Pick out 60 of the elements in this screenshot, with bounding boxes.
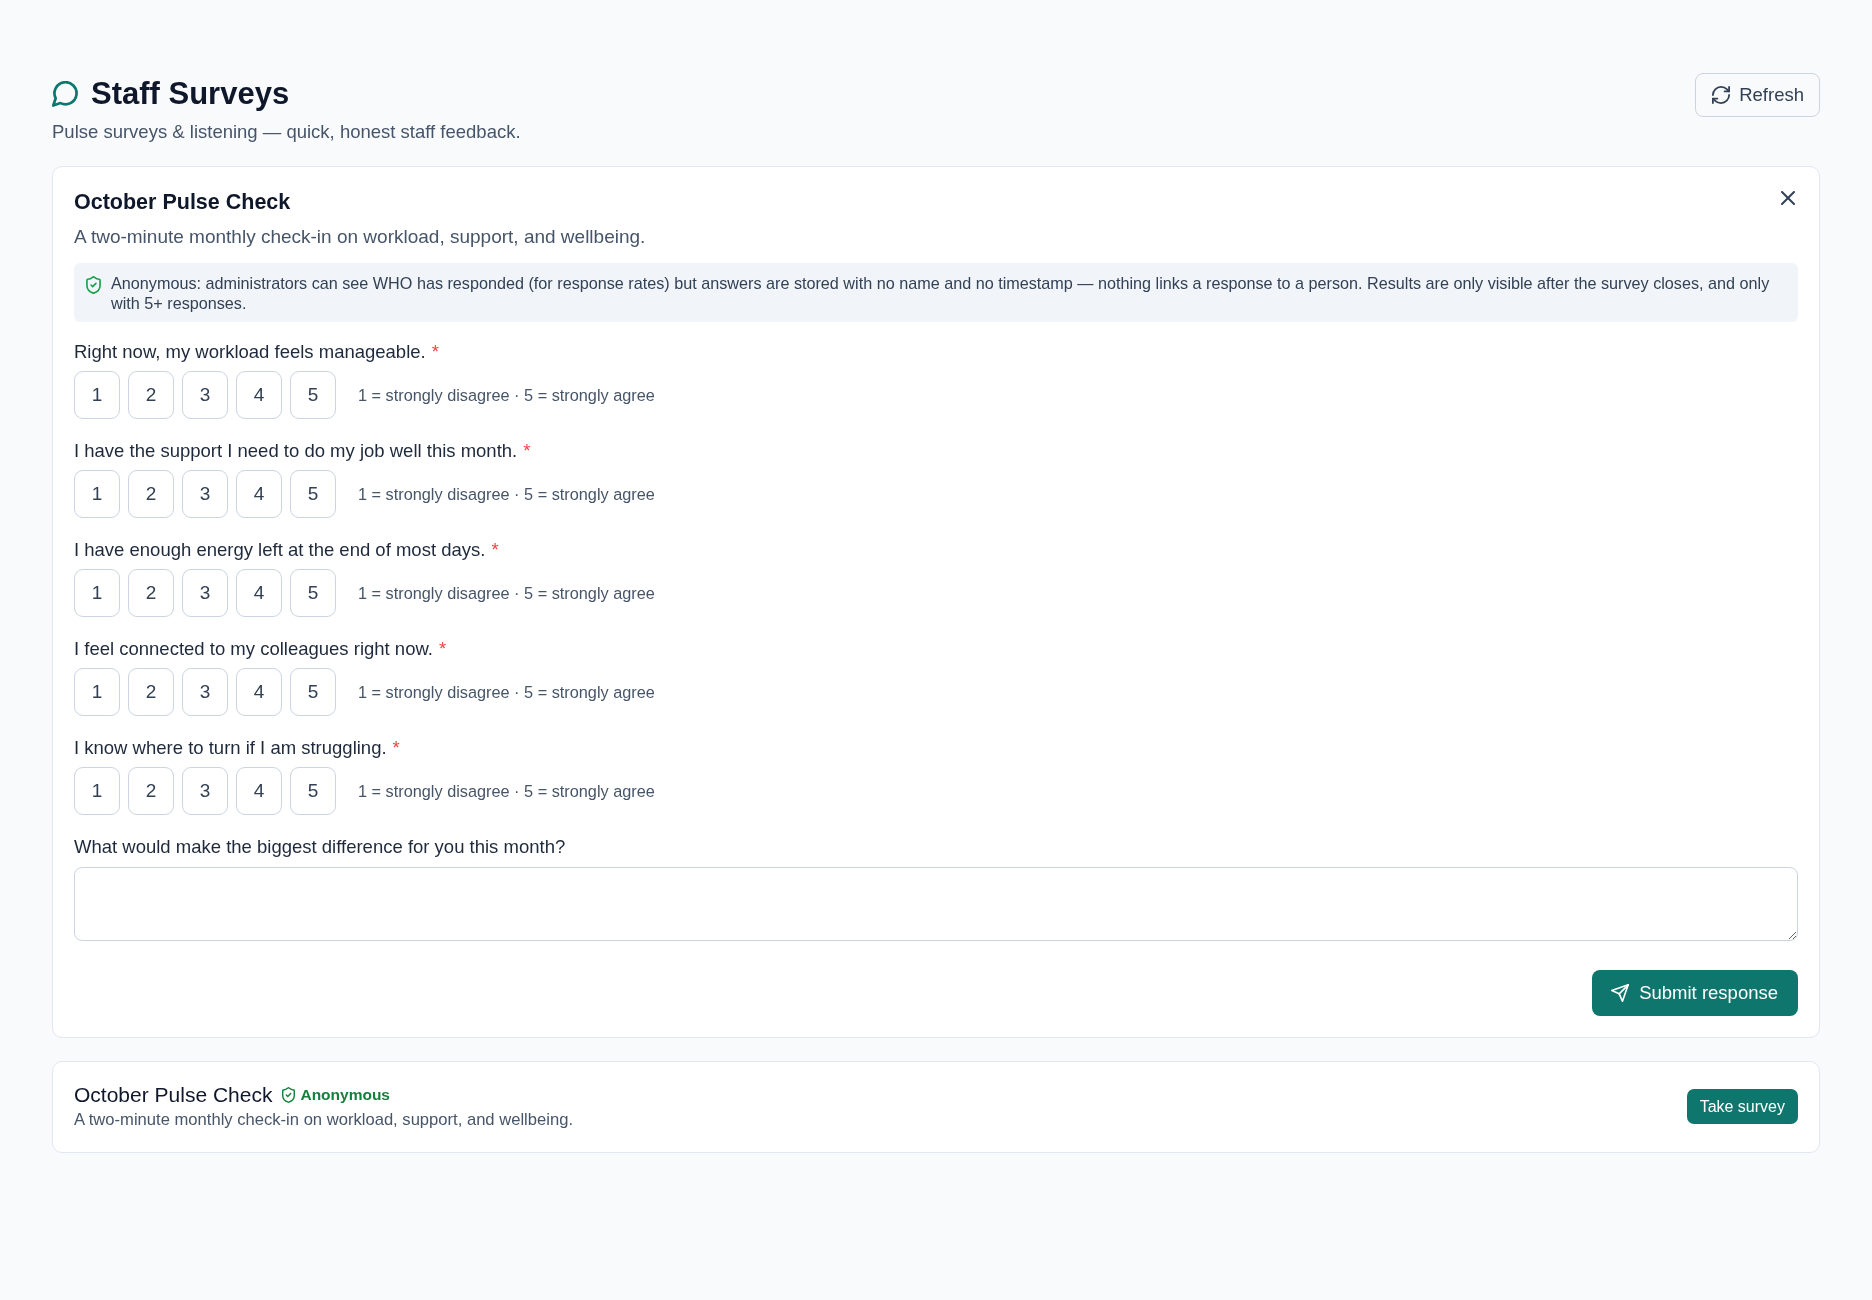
anonymity-label: Anonymous — [300, 1086, 390, 1104]
question-label: I have enough energy left at the end of most days. — [74, 539, 486, 561]
rating-option[interactable]: 2 — [128, 569, 174, 617]
close-button[interactable] — [1781, 191, 1795, 205]
required-marker: * — [431, 341, 439, 363]
rating-option[interactable]: 4 — [236, 470, 282, 518]
page-subtitle: Pulse surveys & listening — quick, honest staff feedback. — [52, 121, 521, 143]
required-marker: * — [523, 440, 531, 462]
rating-option[interactable]: 1 — [74, 470, 120, 518]
required-marker: * — [392, 737, 400, 759]
rating-option[interactable]: 3 — [182, 371, 228, 419]
rating-option[interactable]: 1 — [74, 668, 120, 716]
rating-option[interactable]: 5 — [290, 767, 336, 815]
rating-option[interactable]: 2 — [128, 767, 174, 815]
scale-hint: 1 = strongly disagree · 5 = strongly agree — [358, 682, 655, 702]
rating-option[interactable]: 3 — [182, 767, 228, 815]
rating-option[interactable]: 1 — [74, 767, 120, 815]
scale-hint: 1 = strongly disagree · 5 = strongly agree — [358, 781, 655, 801]
send-icon — [1611, 984, 1630, 1002]
refresh-button[interactable]: Refresh — [1695, 73, 1820, 117]
rating-option[interactable]: 5 — [290, 668, 336, 716]
shield-check-icon — [86, 276, 101, 294]
page-title: Staff Surveys — [91, 75, 290, 113]
rating-option[interactable]: 1 — [74, 371, 120, 419]
rating-option[interactable]: 5 — [290, 569, 336, 617]
survey-title: October Pulse Check — [74, 189, 291, 215]
required-marker: * — [491, 539, 499, 561]
notice-text: Anonymous: administrators can see WHO has responded (for response rates) but answers are stored with no name and no timestamp — nothing links a response to a person. Results are only visible after the survey closes, and only with 5+ responses. — [111, 273, 1771, 313]
question-label: I feel connected to my colleagues right now. — [74, 638, 433, 660]
scale-hint: 1 = strongly disagree · 5 = strongly agree — [358, 484, 655, 504]
shield-check-icon — [282, 1087, 296, 1103]
rating-option[interactable]: 3 — [182, 470, 228, 518]
rating-option[interactable]: 4 — [236, 668, 282, 716]
question-label: Right now, my workload feels manageable. — [74, 341, 426, 363]
submit-button[interactable]: Submit response — [1592, 970, 1798, 1016]
chat-bubble-icon — [52, 80, 79, 108]
rating-option[interactable]: 5 — [290, 470, 336, 518]
rating-option[interactable]: 4 — [236, 569, 282, 617]
rating-option[interactable]: 3 — [182, 668, 228, 716]
required-marker: * — [438, 638, 447, 660]
rating-option[interactable]: 2 — [128, 470, 174, 518]
answer-field[interactable] — [74, 867, 1798, 941]
question-label: I have the support I need to do my job well this month. — [74, 440, 518, 462]
rating-option[interactable]: 3 — [182, 569, 228, 617]
rating-option[interactable]: 4 — [236, 371, 282, 419]
survey-description: A two-minute monthly check-in on workload, support, and wellbeing. — [74, 225, 647, 249]
scale-hint: 1 = strongly disagree · 5 = strongly agree — [358, 385, 655, 405]
rating-option[interactable]: 5 — [290, 371, 336, 419]
rating-option[interactable]: 1 — [74, 569, 120, 617]
refresh-icon — [1712, 86, 1731, 104]
scale-hint: 1 = strongly disagree · 5 = strongly agree — [358, 583, 655, 603]
rating-option[interactable]: 2 — [128, 371, 174, 419]
close-icon — [1781, 191, 1795, 205]
survey-title: October Pulse Check — [74, 1083, 273, 1107]
rating-option[interactable]: 4 — [236, 767, 282, 815]
question-label: I know where to turn if I am struggling. — [74, 737, 387, 759]
survey-description: A two-minute monthly check-in on workload, support, and wellbeing. — [74, 1110, 573, 1130]
rating-option[interactable]: 2 — [128, 668, 174, 716]
take-survey-button[interactable]: Take survey — [1686, 1089, 1798, 1124]
question-label: What would make the biggest difference for you this month? — [74, 836, 566, 858]
